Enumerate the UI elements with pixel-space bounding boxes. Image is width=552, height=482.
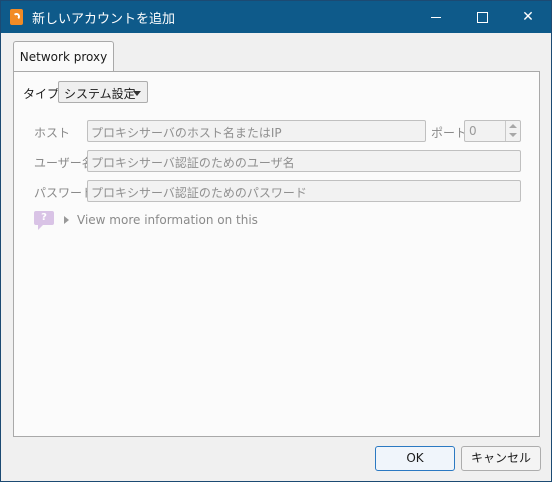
- proxy-type-select[interactable]: システム設定: [58, 81, 148, 103]
- chevron-down-icon: [133, 91, 141, 96]
- port-label: ポート: [431, 126, 468, 140]
- spin-up-icon[interactable]: [509, 124, 517, 128]
- titlebar: 新しいアカウントを追加 ✕: [1, 1, 551, 33]
- username-label: ユーザー名: [34, 156, 94, 170]
- tab-network-proxy[interactable]: Network proxy: [13, 41, 114, 71]
- help-expander-text[interactable]: View more information on this: [77, 213, 258, 227]
- network-proxy-panel: タイプ システム設定 ホスト プロキシサーバのホスト名またはIP ポート 0 ユ…: [13, 71, 540, 437]
- type-label: タイプ: [23, 87, 60, 101]
- expand-arrow-icon[interactable]: [64, 216, 69, 224]
- password-input[interactable]: プロキシサーバ認証のためのパスワード: [87, 180, 521, 202]
- host-label: ホスト: [34, 126, 71, 140]
- password-label: パスワード: [34, 186, 95, 200]
- password-placeholder: プロキシサーバ認証のためのパスワード: [91, 186, 307, 200]
- host-input[interactable]: プロキシサーバのホスト名またはIP: [87, 120, 426, 142]
- spin-down-icon[interactable]: [509, 133, 517, 137]
- minimize-icon: [431, 16, 441, 18]
- maximize-button[interactable]: [459, 1, 505, 33]
- port-value: 0: [469, 124, 477, 138]
- cancel-button[interactable]: キャンセル: [461, 446, 541, 471]
- window-title: 新しいアカウントを追加: [32, 12, 176, 27]
- port-stepper[interactable]: 0: [464, 120, 521, 142]
- help-bubble-icon: ?: [34, 211, 54, 230]
- dialog-window: 新しいアカウントを追加 ✕ Network proxy タイプ システム設定 ホ…: [0, 0, 552, 482]
- username-input[interactable]: プロキシサーバ認証のためのユーザ名: [87, 150, 521, 172]
- app-feed-icon: [10, 9, 23, 25]
- proxy-type-value: システム設定: [64, 87, 136, 101]
- port-spin-buttons[interactable]: [505, 121, 520, 141]
- close-button[interactable]: ✕: [505, 1, 551, 33]
- ok-button[interactable]: OK: [375, 446, 455, 471]
- maximize-icon: [476, 11, 488, 23]
- host-placeholder: プロキシサーバのホスト名またはIP: [91, 126, 282, 140]
- username-placeholder: プロキシサーバ認証のためのユーザ名: [91, 156, 295, 170]
- minimize-button[interactable]: [413, 1, 459, 33]
- close-icon: ✕: [522, 9, 534, 25]
